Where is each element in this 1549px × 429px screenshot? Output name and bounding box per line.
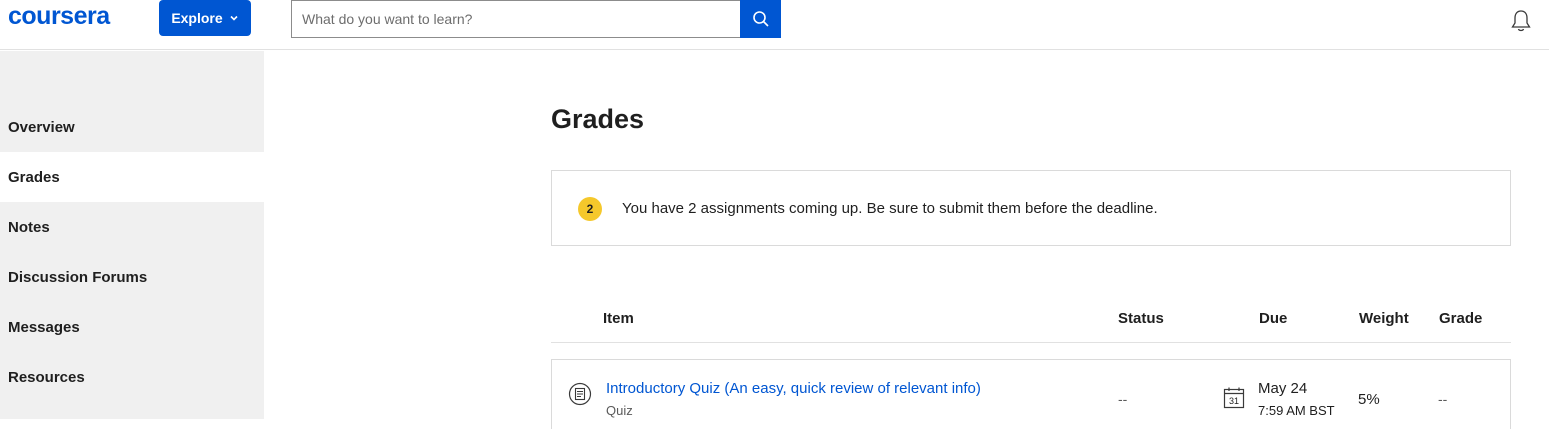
assignment-type: Quiz [606,403,633,418]
page-title: Grades [551,104,645,134]
explore-button[interactable]: Explore [159,0,251,36]
sidebar-item-label: Notes [8,218,50,236]
sidebar-item-overview[interactable]: Overview [0,102,264,152]
calendar-day: 31 [1229,396,1239,406]
sidebar-item-label: Discussion Forums [8,268,148,286]
search-input[interactable] [292,1,741,37]
sidebar-item-grades[interactable]: Grades [0,152,264,202]
column-header-item: Item [603,310,634,327]
explore-label: Explore [171,10,223,26]
notice-text: You have 2 assignments coming up. Be sur… [622,200,1158,217]
sidebar-item-label: Messages [8,318,80,336]
column-header-weight: Weight [1359,310,1409,327]
search-box [291,0,741,38]
notification-bell-icon[interactable] [1508,8,1534,34]
upcoming-assignments-notice: 2 You have 2 assignments coming up. Be s… [551,170,1511,246]
sidebar-item-notes[interactable]: Notes [0,202,264,252]
assignment-status: -- [1118,391,1128,407]
count-badge: 2 [578,197,602,221]
calendar-icon: 31 [1223,387,1245,409]
search-button[interactable] [740,0,781,38]
coursera-logo[interactable]: coursera [8,2,110,31]
sidebar-item-messages[interactable]: Messages [0,302,264,352]
due-time: 7:59 AM BST [1258,403,1335,418]
quiz-icon [568,382,592,406]
chevron-down-icon [230,15,238,21]
top-header: coursera Explore [0,0,1549,50]
search-icon [752,11,769,27]
course-sidebar: Overview Grades Notes Discussion Forums … [0,51,264,419]
sidebar-item-resources[interactable]: Resources [0,352,264,402]
sidebar-item-label: Overview [8,118,75,136]
sidebar-item-label: Grades [8,168,60,186]
column-header-grade: Grade [1439,310,1483,327]
column-header-status: Status [1118,310,1164,327]
assignment-grade: -- [1438,391,1448,407]
assignment-link[interactable]: Introductory Quiz (An easy, quick review… [606,380,981,397]
column-header-due: Due [1259,310,1288,327]
sidebar-item-label: Resources [8,368,85,386]
due-date: May 24 [1258,380,1308,397]
sidebar-item-discussion-forums[interactable]: Discussion Forums [0,252,264,302]
assignment-weight: 5% [1358,391,1380,408]
table-divider [551,342,1511,343]
